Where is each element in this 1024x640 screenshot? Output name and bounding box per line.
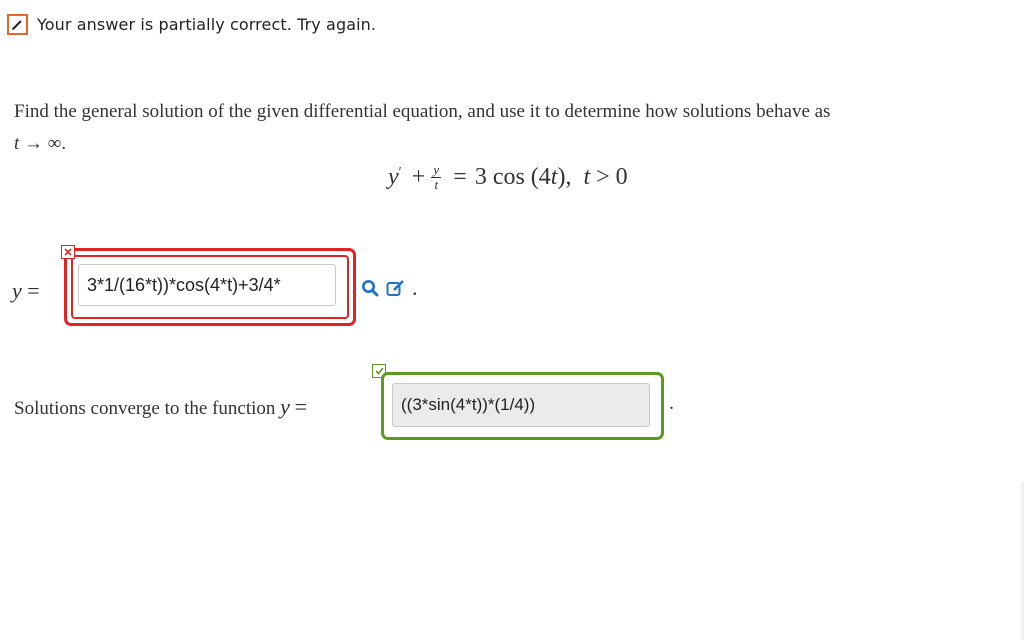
answer2-label: Solutions converge to the function y = [14, 394, 307, 420]
question-prompt: Find the general solution of the given d… [14, 96, 1004, 160]
answer2-var: y [280, 394, 290, 419]
limit-target: ∞. [47, 133, 67, 154]
answer1-label: y = [12, 278, 40, 304]
eq-y: y [388, 164, 399, 190]
eq-frac-denominator: t [434, 177, 439, 192]
answer1-eq: = [27, 278, 40, 303]
eq-plus: + [411, 164, 426, 190]
answer1-var: y [12, 278, 22, 303]
limit-variable: t [14, 133, 20, 154]
incorrect-x-icon [61, 245, 75, 259]
edit-icon[interactable] [386, 278, 406, 298]
status-message: Your answer is partially correct. Try ag… [37, 15, 377, 34]
pencil-icon [7, 14, 28, 35]
eq-frac-numerator: y [433, 162, 440, 177]
question-text: Find the general solution of the given d… [14, 101, 831, 122]
answer2-eq: = [294, 394, 308, 419]
eq-rhs-var: t [550, 164, 558, 190]
answer1-incorrect-frame: 3*1/(16*t))*cos(4*t)+3/4* [64, 248, 356, 326]
answer1-trailing-dot: . [412, 275, 418, 300]
eq-fraction: y t [431, 162, 442, 192]
eq-condition-var: t [583, 164, 591, 190]
answer2-input[interactable]: ((3*sin(4*t))*(1/4)) [392, 383, 650, 427]
eq-condition: > 0 [596, 164, 628, 190]
differential-equation: y ′ + y t = 3 cos (4 t), t > 0 [388, 162, 628, 192]
limit-arrow: → [24, 133, 44, 154]
eq-rhs: 3 cos (4 [474, 164, 551, 190]
search-icon[interactable] [360, 278, 380, 298]
answer2-correct-frame: ((3*sin(4*t))*(1/4)) [381, 372, 664, 440]
eq-rhs-close: ), [557, 164, 572, 190]
status-banner: Your answer is partially correct. Try ag… [7, 14, 376, 35]
answer1-tools: . [360, 275, 418, 300]
answer2-trailing-dot: . [669, 392, 674, 414]
answer2-prefix: Solutions converge to the function [14, 398, 276, 419]
answer1-input[interactable]: 3*1/(16*t))*cos(4*t)+3/4* [78, 264, 336, 306]
eq-prime: ′ [398, 164, 402, 180]
eq-equals: = [453, 164, 467, 190]
